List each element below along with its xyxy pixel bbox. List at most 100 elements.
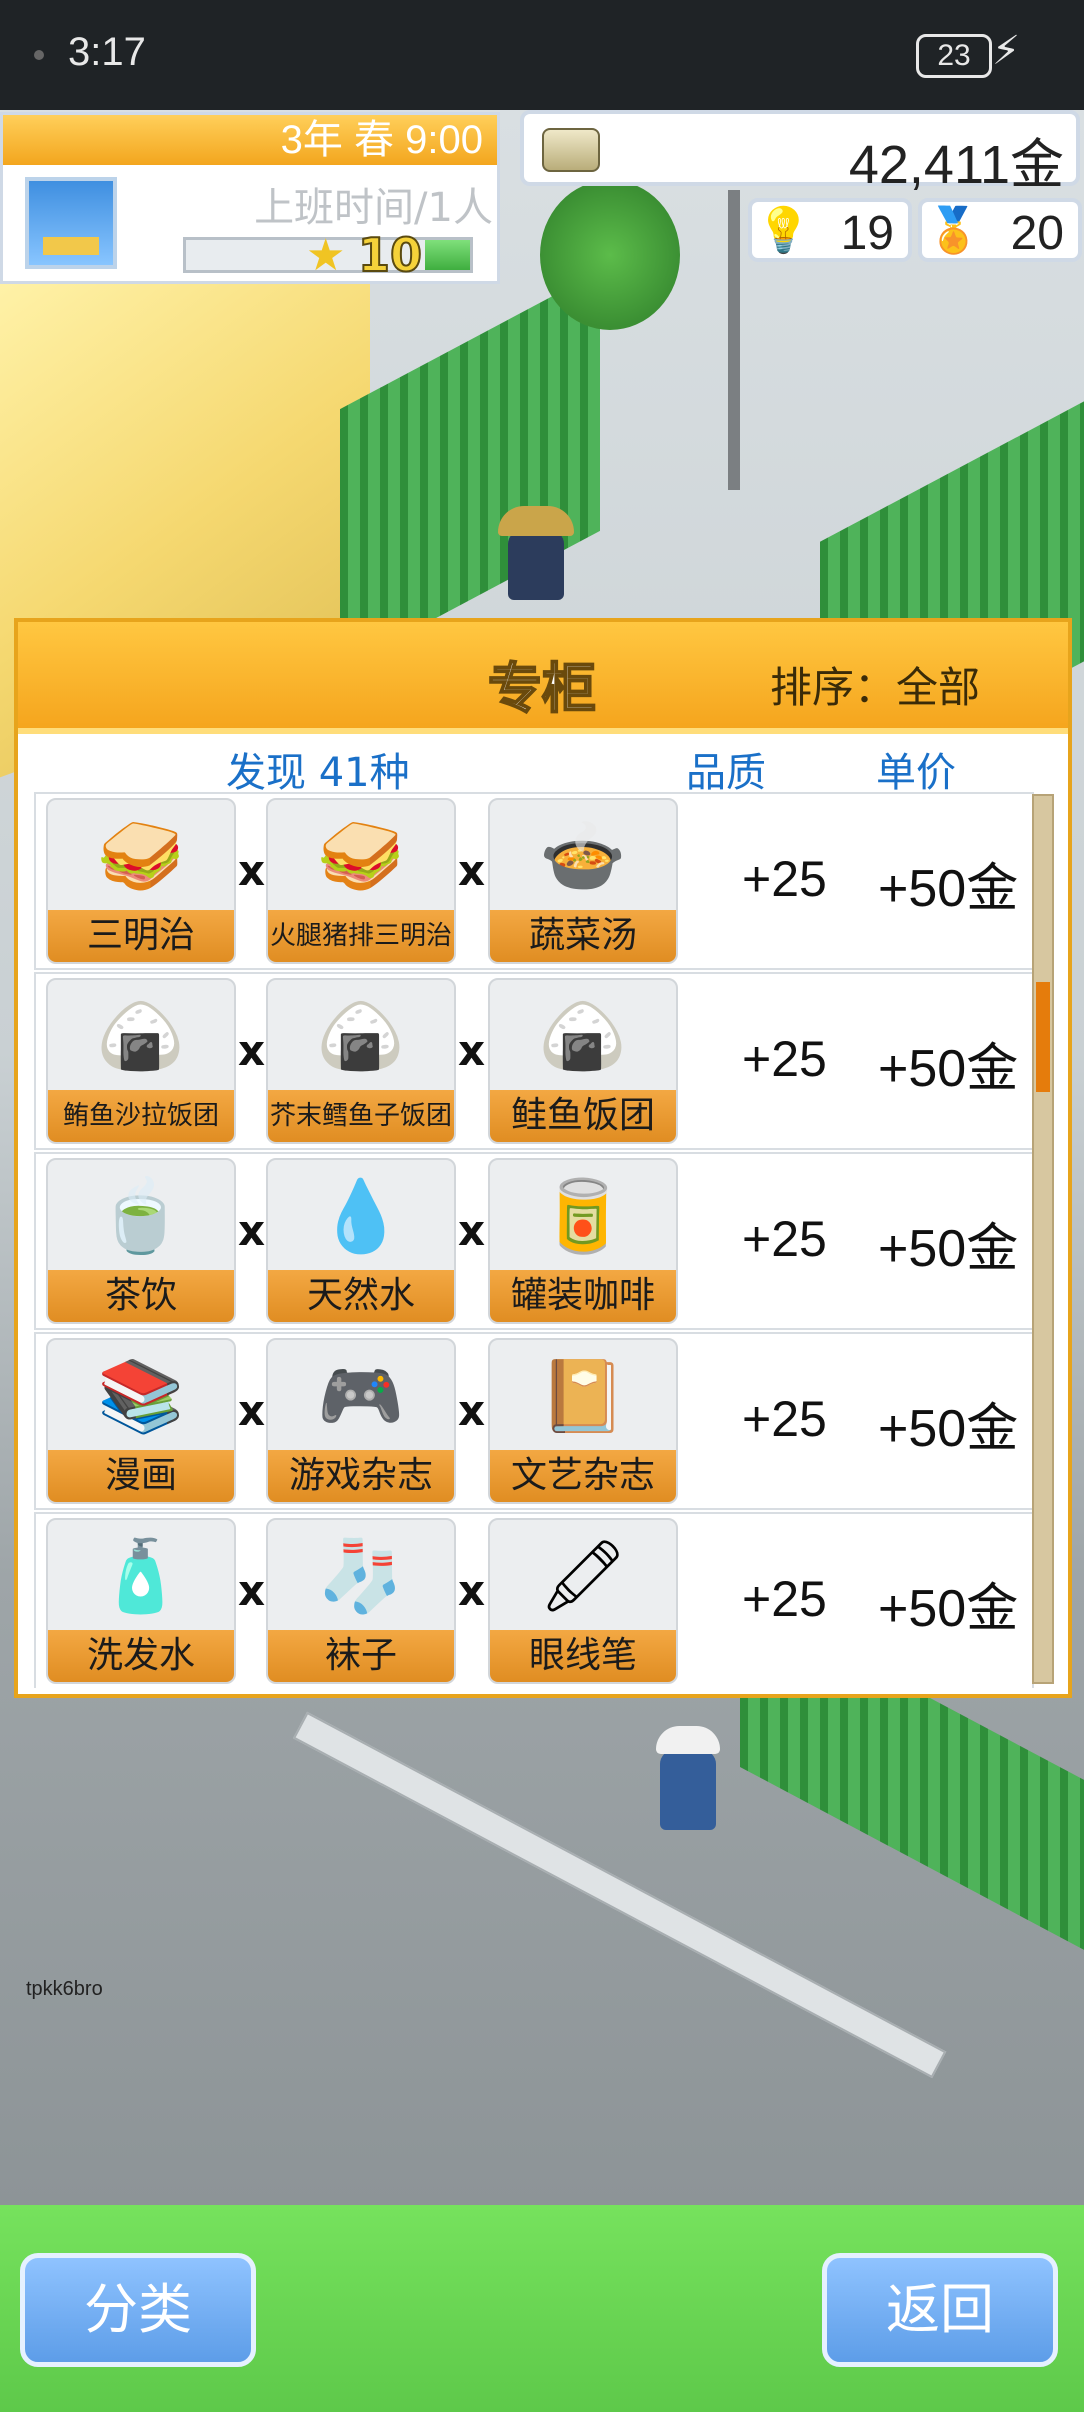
product-item[interactable]: 🍙 芥末鳕鱼子饭团 [266, 978, 456, 1144]
product-name: 鲑鱼饭团 [490, 1090, 676, 1142]
combo-row[interactable]: 🧴 洗发水 x 🧦 袜子 x 🖍 眼线笔 +25 +50金 [34, 1512, 1034, 1688]
product-item[interactable]: 📔 文艺杂志 [488, 1338, 678, 1504]
combo-x-separator: x [238, 1206, 266, 1255]
socks-icon: 🧦 [317, 1534, 405, 1617]
product-item[interactable]: 🥪 三明治 [46, 798, 236, 964]
back-button[interactable]: 返回 [822, 2253, 1058, 2367]
store-level: 10 [357, 227, 423, 283]
product-item[interactable]: 🥪 火腿猪排三明治 [266, 798, 456, 964]
lightbulb-icon: 💡 [756, 205, 811, 256]
coin-stack-icon [542, 128, 600, 172]
medals-display: 🏅 20 [918, 198, 1082, 262]
sandwich-icon: 🥪 [317, 814, 405, 897]
rice-ball-icon: 🍙 [539, 994, 627, 1077]
combo-row[interactable]: 🍙 鲔鱼沙拉饭团 x 🍙 芥末鳕鱼子饭团 x 🍙 鲑鱼饭团 +25 +50金 [34, 972, 1034, 1150]
scrollbar-thumb[interactable] [1036, 982, 1050, 1092]
category-button[interactable]: 分类 [20, 2253, 256, 2367]
coffee-can-icon: 🥫 [539, 1174, 627, 1257]
combo-list[interactable]: 🥪 三明治 x 🥪 火腿猪排三明治 x 🍲 蔬菜汤 +25 +50金 🍙 鲔鱼沙拉饭团 … [34, 792, 1034, 1688]
tea-bottle-icon: 🍵 [97, 1174, 185, 1257]
sort-button[interactable]: 排序：全部 [770, 654, 980, 715]
sandwich-icon: 🥪 [97, 814, 185, 897]
product-item[interactable]: 🎮 游戏杂志 [266, 1338, 456, 1504]
bottom-bar: 分类 返回 [0, 2205, 1084, 2412]
product-item[interactable]: 🍙 鲔鱼沙拉饭团 [46, 978, 236, 1144]
store-info-panel[interactable]: 3年 春 9:00 上班时间/1人 ★ 10 [0, 112, 500, 284]
display-case-panel: 专柜 排序：全部 发现 41种 品质 单价 🥪 三明治 x 🥪 火腿猪排三明治 x … [14, 618, 1072, 1698]
combo-x-separator: x [458, 1386, 486, 1435]
combo-x-separator: x [238, 1566, 266, 1615]
panel-header: 专柜 排序：全部 [18, 622, 1068, 734]
soup-bowl-icon: 🍲 [539, 814, 627, 897]
shampoo-bottle-icon: 🧴 [97, 1534, 185, 1617]
product-item[interactable]: 📚 漫画 [46, 1338, 236, 1504]
product-name: 罐装咖啡 [490, 1270, 676, 1322]
product-name: 漫画 [48, 1450, 234, 1502]
combo-x-separator: x [458, 846, 486, 895]
customer-character[interactable] [498, 506, 574, 600]
combo-quality: +25 [742, 851, 827, 907]
combo-x-separator: x [238, 1386, 266, 1435]
product-item[interactable]: 🍵 茶饮 [46, 1158, 236, 1324]
combo-quality: +25 [742, 1391, 827, 1447]
comic-books-icon: 📚 [97, 1354, 185, 1437]
street-lamp [728, 190, 740, 490]
game-date-time: 3年 春 9:00 [3, 115, 497, 165]
combo-quality: +25 [742, 1031, 827, 1087]
combo-row[interactable]: 🥪 三明治 x 🥪 火腿猪排三明治 x 🍲 蔬菜汤 +25 +50金 [34, 792, 1034, 970]
customer-character[interactable] [656, 1726, 720, 1830]
combo-x-separator: x [458, 1026, 486, 1075]
product-name: 天然水 [268, 1270, 454, 1322]
water-bottle-icon: 💧 [317, 1174, 405, 1257]
charging-bolt-icon: ⚡ [992, 28, 1021, 74]
found-count: 发现 41种 [226, 750, 410, 796]
rice-ball-icon: 🍙 [317, 994, 405, 1077]
quality-column-header: 品质 [686, 750, 766, 796]
research-points-value: 19 [840, 207, 894, 260]
combo-x-separator: x [458, 1566, 486, 1615]
product-name: 眼线笔 [490, 1630, 676, 1682]
product-name: 文艺杂志 [490, 1450, 676, 1502]
watermark-text: tpkk6bro [26, 1978, 103, 2000]
product-name: 洗发水 [48, 1630, 234, 1682]
star-icon: ★ [306, 230, 346, 281]
product-item[interactable]: 🍲 蔬菜汤 [488, 798, 678, 964]
panel-title: 专柜 [487, 656, 597, 721]
combo-x-separator: x [458, 1206, 486, 1255]
store-avatar-icon [25, 177, 117, 269]
staff-status: 上班时间/1人 [254, 185, 493, 231]
green-fence [340, 270, 600, 670]
notification-dot-icon [34, 50, 44, 60]
product-name: 茶饮 [48, 1270, 234, 1322]
battery-indicator: 23 [916, 34, 992, 78]
medals-value: 20 [1010, 207, 1064, 260]
combo-x-separator: x [238, 846, 266, 895]
product-item[interactable]: 🧦 袜子 [266, 1518, 456, 1684]
list-scrollbar[interactable] [1032, 794, 1054, 1684]
literary-magazine-icon: 📔 [539, 1354, 627, 1437]
combo-price: +50金 [878, 860, 1019, 918]
tree [540, 180, 680, 330]
product-name: 鲔鱼沙拉饭团 [48, 1090, 234, 1142]
combo-quality: +25 [742, 1211, 827, 1267]
product-item[interactable]: 🍙 鲑鱼饭团 [488, 978, 678, 1144]
price-column-header: 单价 [876, 750, 956, 796]
product-item[interactable]: 🖍 眼线笔 [488, 1518, 678, 1684]
product-item[interactable]: 💧 天然水 [266, 1158, 456, 1324]
combo-price: +50金 [878, 1400, 1019, 1458]
product-item[interactable]: 🧴 洗发水 [46, 1518, 236, 1684]
product-name: 袜子 [268, 1630, 454, 1682]
money-display: 42,411金 [520, 110, 1080, 195]
status-time: 3:17 [68, 30, 146, 74]
combo-price: +50金 [878, 1040, 1019, 1098]
eyeliner-icon: 🖍 [538, 1534, 628, 1617]
combo-row[interactable]: 📚 漫画 x 🎮 游戏杂志 x 📔 文艺杂志 +25 +50金 [34, 1332, 1034, 1510]
rice-ball-icon: 🍙 [97, 994, 185, 1077]
combo-price: +50金 [878, 1220, 1019, 1278]
combo-row[interactable]: 🍵 茶饮 x 💧 天然水 x 🥫 罐装咖啡 +25 +50金 [34, 1152, 1034, 1330]
money-amount: 42,411金 [848, 135, 1064, 195]
combo-price: +50金 [878, 1580, 1019, 1638]
product-name: 三明治 [48, 910, 234, 962]
product-name: 蔬菜汤 [490, 910, 676, 962]
product-item[interactable]: 🥫 罐装咖啡 [488, 1158, 678, 1324]
